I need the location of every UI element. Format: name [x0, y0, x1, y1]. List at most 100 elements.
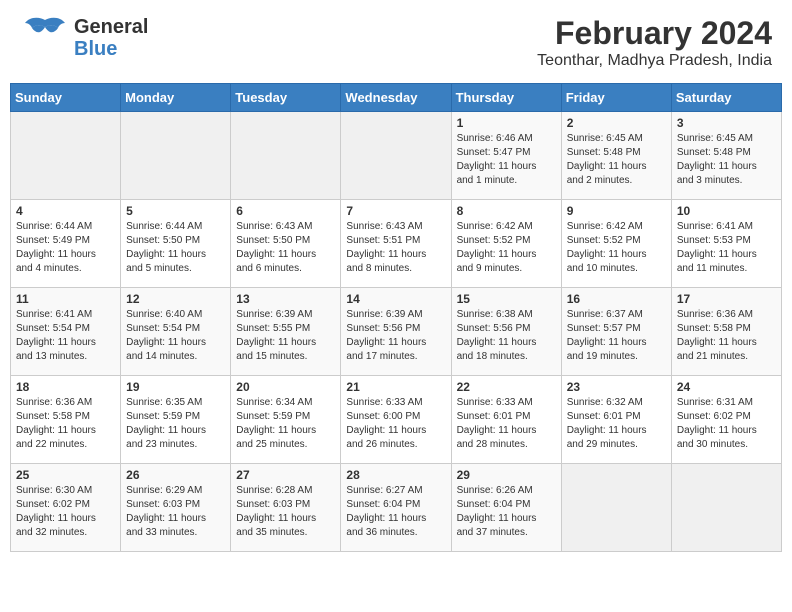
day-info: Sunrise: 6:39 AMSunset: 5:56 PMDaylight:… — [346, 308, 445, 364]
day-info: Sunrise: 6:46 AMSunset: 5:47 PMDaylight:… — [457, 132, 556, 188]
calendar-header-row: Sunday Monday Tuesday Wednesday Thursday… — [11, 84, 782, 112]
day-number: 24 — [677, 380, 776, 394]
calendar-cell: 27 Sunrise: 6:28 AMSunset: 6:03 PMDayligh… — [231, 464, 341, 552]
day-info: Sunrise: 6:41 AMSunset: 5:53 PMDaylight:… — [677, 220, 776, 276]
day-info: Sunrise: 6:44 AMSunset: 5:50 PMDaylight:… — [126, 220, 225, 276]
col-thursday: Thursday — [451, 84, 561, 112]
day-number: 26 — [126, 468, 225, 482]
calendar-week-row: 4 Sunrise: 6:44 AMSunset: 5:49 PMDaylight… — [11, 200, 782, 288]
calendar-cell — [341, 112, 451, 200]
calendar-cell — [231, 112, 341, 200]
logo-icon — [20, 15, 70, 60]
day-number: 9 — [567, 204, 666, 218]
calendar-cell: 29Sunrise: 6:26 AMSunset: 6:04 PMDayligh… — [451, 464, 561, 552]
calendar-cell: 14Sunrise: 6:39 AMSunset: 5:56 PMDayligh… — [341, 288, 451, 376]
calendar-cell: 5 Sunrise: 6:44 AMSunset: 5:50 PMDaylight… — [121, 200, 231, 288]
day-info: Sunrise: 6:39 AMSunset: 5:55 PMDaylight:… — [236, 308, 335, 364]
calendar-week-row: 18Sunrise: 6:36 AMSunset: 5:58 PMDayligh… — [11, 376, 782, 464]
calendar-cell: 16 Sunrise: 6:37 AMSunset: 5:57 PMDayligh… — [561, 288, 671, 376]
day-number: 4 — [16, 204, 115, 218]
col-saturday: Saturday — [671, 84, 781, 112]
day-info: Sunrise: 6:45 AMSunset: 5:48 PMDaylight:… — [567, 132, 666, 188]
calendar-cell: 6 Sunrise: 6:43 AMSunset: 5:50 PMDaylight… — [231, 200, 341, 288]
col-tuesday: Tuesday — [231, 84, 341, 112]
calendar-cell: 25 Sunrise: 6:30 AMSunset: 6:02 PMDayligh… — [11, 464, 121, 552]
calendar-cell: 26 Sunrise: 6:29 AMSunset: 6:03 PMDayligh… — [121, 464, 231, 552]
day-number: 27 — [236, 468, 335, 482]
day-number: 16 — [567, 292, 666, 306]
logo-text: General Blue — [74, 16, 148, 60]
day-info: Sunrise: 6:37 AMSunset: 5:57 PMDaylight:… — [567, 308, 666, 364]
day-info: Sunrise: 6:35 AMSunset: 5:59 PMDaylight:… — [126, 396, 225, 452]
calendar-week-row: 1 Sunrise: 6:46 AMSunset: 5:47 PMDaylight… — [11, 112, 782, 200]
day-info: Sunrise: 6:45 AMSunset: 5:48 PMDaylight:… — [677, 132, 776, 188]
calendar-cell — [121, 112, 231, 200]
title-section: February 2024 Teonthar, Madhya Pradesh, … — [537, 15, 772, 70]
calendar-cell: 9 Sunrise: 6:42 AMSunset: 5:52 PMDaylight… — [561, 200, 671, 288]
day-info: Sunrise: 6:42 AMSunset: 5:52 PMDaylight:… — [457, 220, 556, 276]
calendar-cell: 23 Sunrise: 6:32 AMSunset: 6:01 PMDayligh… — [561, 376, 671, 464]
day-info: Sunrise: 6:29 AMSunset: 6:03 PMDaylight:… — [126, 484, 225, 540]
day-info: Sunrise: 6:34 AMSunset: 5:59 PMDaylight:… — [236, 396, 335, 452]
day-number: 28 — [346, 468, 445, 482]
day-info: Sunrise: 6:30 AMSunset: 6:02 PMDaylight:… — [16, 484, 115, 540]
calendar-cell: 11 Sunrise: 6:41 AMSunset: 5:54 PMDayligh… — [11, 288, 121, 376]
day-info: Sunrise: 6:42 AMSunset: 5:52 PMDaylight:… — [567, 220, 666, 276]
day-number: 25 — [16, 468, 115, 482]
calendar-week-row: 11 Sunrise: 6:41 AMSunset: 5:54 PMDayligh… — [11, 288, 782, 376]
col-wednesday: Wednesday — [341, 84, 451, 112]
day-info: Sunrise: 6:27 AMSunset: 6:04 PMDaylight:… — [346, 484, 445, 540]
calendar-cell: 21 Sunrise: 6:33 AMSunset: 6:00 PMDayligh… — [341, 376, 451, 464]
calendar-cell: 28 Sunrise: 6:27 AMSunset: 6:04 PMDayligh… — [341, 464, 451, 552]
day-info: Sunrise: 6:32 AMSunset: 6:01 PMDaylight:… — [567, 396, 666, 452]
day-number: 3 — [677, 116, 776, 130]
calendar-cell: 2 Sunrise: 6:45 AMSunset: 5:48 PMDaylight… — [561, 112, 671, 200]
calendar-cell: 19 Sunrise: 6:35 AMSunset: 5:59 PMDayligh… — [121, 376, 231, 464]
page-header: General Blue February 2024 Teonthar, Mad… — [10, 10, 782, 75]
day-info: Sunrise: 6:43 AMSunset: 5:51 PMDaylight:… — [346, 220, 445, 276]
day-number: 6 — [236, 204, 335, 218]
day-number: 5 — [126, 204, 225, 218]
day-number: 20 — [236, 380, 335, 394]
day-info: Sunrise: 6:41 AMSunset: 5:54 PMDaylight:… — [16, 308, 115, 364]
calendar-cell — [671, 464, 781, 552]
calendar-cell: 3 Sunrise: 6:45 AMSunset: 5:48 PMDaylight… — [671, 112, 781, 200]
day-number: 17 — [677, 292, 776, 306]
calendar-cell: 10 Sunrise: 6:41 AMSunset: 5:53 PMDayligh… — [671, 200, 781, 288]
day-number: 10 — [677, 204, 776, 218]
day-number: 22 — [457, 380, 556, 394]
day-number: 11 — [16, 292, 115, 306]
day-number: 19 — [126, 380, 225, 394]
day-info: Sunrise: 6:28 AMSunset: 6:03 PMDaylight:… — [236, 484, 335, 540]
day-info: Sunrise: 6:33 AMSunset: 6:01 PMDaylight:… — [457, 396, 556, 452]
day-info: Sunrise: 6:43 AMSunset: 5:50 PMDaylight:… — [236, 220, 335, 276]
day-info: Sunrise: 6:38 AMSunset: 5:56 PMDaylight:… — [457, 308, 556, 364]
calendar-cell: 15Sunrise: 6:38 AMSunset: 5:56 PMDayligh… — [451, 288, 561, 376]
day-number: 23 — [567, 380, 666, 394]
calendar-cell: 22 Sunrise: 6:33 AMSunset: 6:01 PMDayligh… — [451, 376, 561, 464]
day-info: Sunrise: 6:36 AMSunset: 5:58 PMDaylight:… — [16, 396, 115, 452]
day-number: 12 — [126, 292, 225, 306]
calendar-table: Sunday Monday Tuesday Wednesday Thursday… — [10, 83, 782, 552]
day-info: Sunrise: 6:36 AMSunset: 5:58 PMDaylight:… — [677, 308, 776, 364]
calendar-cell: 12Sunrise: 6:40 AMSunset: 5:54 PMDayligh… — [121, 288, 231, 376]
day-number: 1 — [457, 116, 556, 130]
day-info: Sunrise: 6:44 AMSunset: 5:49 PMDaylight:… — [16, 220, 115, 276]
day-info: Sunrise: 6:31 AMSunset: 6:02 PMDaylight:… — [677, 396, 776, 452]
calendar-cell: 4 Sunrise: 6:44 AMSunset: 5:49 PMDaylight… — [11, 200, 121, 288]
day-number: 2 — [567, 116, 666, 130]
day-number: 21 — [346, 380, 445, 394]
day-number: 13 — [236, 292, 335, 306]
calendar-cell — [561, 464, 671, 552]
calendar-cell: 13 Sunrise: 6:39 AMSunset: 5:55 PMDayligh… — [231, 288, 341, 376]
logo: General Blue — [20, 15, 148, 60]
day-info: Sunrise: 6:26 AMSunset: 6:04 PMDaylight:… — [457, 484, 556, 540]
location: Teonthar, Madhya Pradesh, India — [537, 52, 772, 70]
day-info: Sunrise: 6:33 AMSunset: 6:00 PMDaylight:… — [346, 396, 445, 452]
calendar-cell: 24 Sunrise: 6:31 AMSunset: 6:02 PMDayligh… — [671, 376, 781, 464]
calendar-cell: 17 Sunrise: 6:36 AMSunset: 5:58 PMDayligh… — [671, 288, 781, 376]
col-friday: Friday — [561, 84, 671, 112]
day-number: 7 — [346, 204, 445, 218]
calendar-cell: 7 Sunrise: 6:43 AMSunset: 5:51 PMDaylight… — [341, 200, 451, 288]
calendar-cell: 20 Sunrise: 6:34 AMSunset: 5:59 PMDayligh… — [231, 376, 341, 464]
